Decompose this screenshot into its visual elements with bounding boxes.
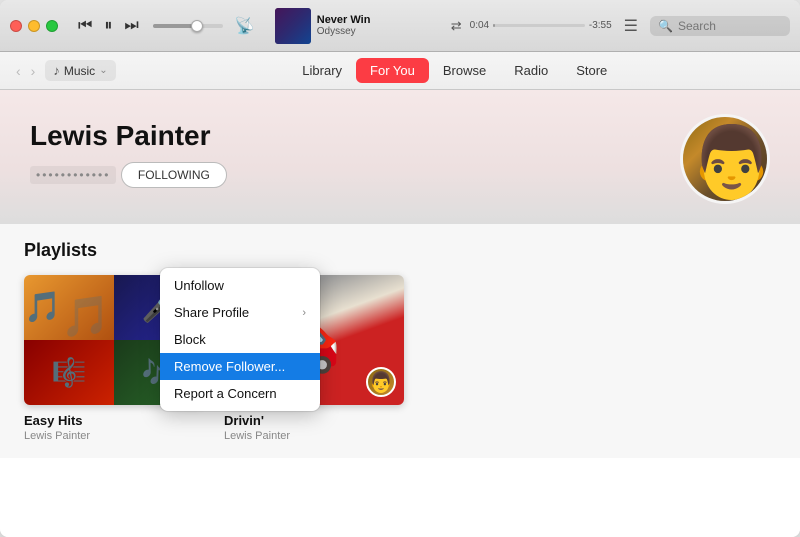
avatar — [680, 114, 770, 204]
context-menu-share[interactable]: Share Profile › — [160, 299, 320, 326]
time-elapsed: 0:04 — [470, 20, 489, 31]
traffic-lights — [10, 20, 58, 32]
context-menu: Unfollow Share Profile › Block Remove Fo… — [160, 268, 320, 411]
playlist-author-drivin: Lewis Painter — [224, 430, 404, 442]
context-menu-unfollow[interactable]: Unfollow — [160, 272, 320, 299]
profile-info: Lewis Painter •••••••••••• FOLLOWING — [30, 120, 227, 198]
song-info: Never Win Odyssey — [317, 14, 371, 37]
profile-header: Lewis Painter •••••••••••• FOLLOWING — [0, 90, 800, 224]
nav-tabs: Library For You Browse Radio Store — [288, 58, 621, 83]
menu-button[interactable]: ☰ — [620, 12, 642, 40]
tab-foryou[interactable]: For You — [356, 58, 429, 83]
progress-fill — [493, 24, 495, 27]
chevron-down-icon: ⌄ — [99, 65, 107, 76]
nav-arrows: ‹ › — [12, 61, 39, 81]
rewind-button[interactable]: ⏮ — [76, 15, 94, 37]
music-icon: ♪ — [53, 63, 60, 78]
main-content: Lewis Painter •••••••••••• FOLLOWING Unf… — [0, 90, 800, 537]
cover-cell-1: 🎵 — [24, 275, 114, 340]
minimize-button[interactable] — [28, 20, 40, 32]
block-label: Block — [174, 332, 206, 347]
search-icon: 🔍 — [658, 19, 673, 33]
album-art-thumbnail — [275, 8, 311, 44]
unfollow-label: Unfollow — [174, 278, 224, 293]
shuffle-button[interactable]: ⇄ — [451, 18, 462, 34]
location-pill[interactable]: ♪ Music ⌄ — [45, 60, 115, 81]
playlist-author-easy-hits: Lewis Painter — [24, 430, 204, 442]
close-button[interactable] — [10, 20, 22, 32]
playlist-name-easy-hits: Easy Hits — [24, 413, 204, 428]
forward-button[interactable]: › — [27, 61, 40, 81]
navbar: ‹ › ♪ Music ⌄ Library For You Browse Rad… — [0, 52, 800, 90]
playlists-section: Playlists 🎵 🎤 🎼 🎶 Easy Hits Lewis Painte… — [0, 224, 800, 458]
airplay-button[interactable]: 📡 — [235, 16, 255, 36]
context-menu-report[interactable]: Report a Concern — [160, 380, 320, 407]
location-label: Music — [64, 64, 95, 78]
playlist-name-drivin: Drivin' — [224, 413, 404, 428]
profile-name: Lewis Painter — [30, 120, 227, 152]
song-artist: Odyssey — [317, 26, 371, 37]
context-menu-remove-follower[interactable]: Remove Follower... — [160, 353, 320, 380]
remove-follower-label: Remove Follower... — [174, 359, 285, 374]
drivin-user-avatar: 👨 — [366, 367, 396, 397]
progress-bar[interactable] — [493, 24, 585, 27]
volume-slider[interactable] — [153, 24, 223, 28]
time-remaining: -3:55 — [589, 20, 612, 31]
cover-cell-3: 🎼 — [24, 340, 114, 405]
tab-radio[interactable]: Radio — [500, 58, 562, 83]
transport-controls: ⏮ ⏸ ⏭ — [76, 15, 141, 37]
avatar-image — [683, 117, 767, 201]
context-menu-block[interactable]: Block — [160, 326, 320, 353]
tab-browse[interactable]: Browse — [429, 58, 500, 83]
following-button[interactable]: FOLLOWING — [121, 162, 227, 188]
playlist-grid: 🎵 🎤 🎼 🎶 Easy Hits Lewis Painter 👨 — [24, 275, 776, 442]
search-box[interactable]: 🔍 — [650, 16, 790, 36]
tab-library[interactable]: Library — [288, 58, 356, 83]
now-playing-area: Never Win Odyssey — [275, 8, 435, 44]
submenu-arrow-icon: › — [302, 307, 306, 319]
share-label: Share Profile — [174, 305, 249, 320]
maximize-button[interactable] — [46, 20, 58, 32]
pause-button[interactable]: ⏸ — [102, 15, 114, 37]
search-input[interactable] — [678, 19, 778, 33]
app-window: ⏮ ⏸ ⏭ 📡 Never Win Odyssey ⇄ 0:04 -3:55 ☰… — [0, 0, 800, 537]
titlebar: ⏮ ⏸ ⏭ 📡 Never Win Odyssey ⇄ 0:04 -3:55 ☰… — [0, 0, 800, 52]
back-button[interactable]: ‹ — [12, 61, 25, 81]
volume-thumb — [191, 20, 203, 32]
report-concern-label: Report a Concern — [174, 386, 277, 401]
playlists-title: Playlists — [24, 240, 776, 261]
tab-store[interactable]: Store — [562, 58, 621, 83]
progress-area: 0:04 -3:55 — [470, 20, 612, 31]
profile-email: •••••••••••• — [30, 166, 116, 184]
song-title: Never Win — [317, 14, 371, 26]
fast-forward-button[interactable]: ⏭ — [122, 15, 140, 37]
